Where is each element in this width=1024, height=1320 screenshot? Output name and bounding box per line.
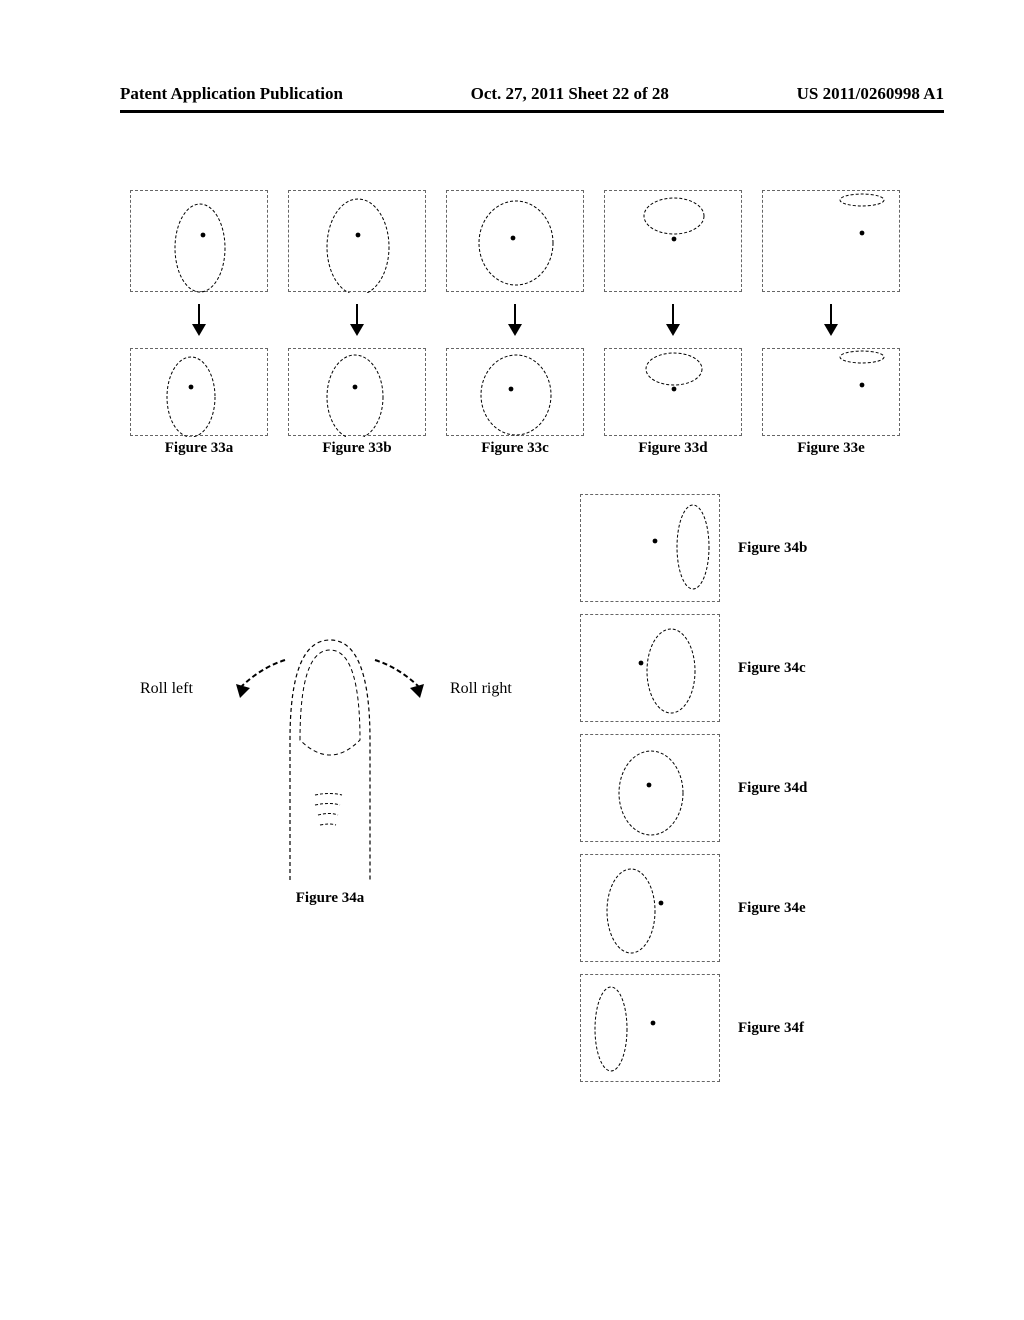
roll-left-label: Roll left (140, 680, 193, 698)
fig34e-box (580, 854, 720, 962)
fig33-bottom-row (130, 348, 900, 436)
fig34c-label: Figure 34c (738, 660, 838, 677)
fig33e-bottom-box (762, 348, 900, 436)
header-right: US 2011/0260998 A1 (797, 84, 944, 104)
fig33a-label: Figure 33a (130, 440, 268, 457)
header-rule (120, 110, 944, 113)
fig34d-label: Figure 34d (738, 780, 838, 797)
fig33b-label: Figure 33b (288, 440, 426, 457)
arrow-down-icon (514, 304, 516, 334)
fig34b-box (580, 494, 720, 602)
fig33-arrow-row (130, 304, 900, 334)
fig34-column: Figure 34b Figure 34c Figure 34d Figure … (580, 494, 838, 1094)
fig33d-top-box (604, 190, 742, 292)
fig34d-box (580, 734, 720, 842)
finger-illustration (140, 580, 520, 890)
arrow-down-icon (356, 304, 358, 334)
fig34b-label: Figure 34b (738, 540, 838, 557)
fig33e-label: Figure 33e (762, 440, 900, 457)
fig33e-top-box (762, 190, 900, 292)
fig33c-top-box (446, 190, 584, 292)
fig33c-label: Figure 33c (446, 440, 584, 457)
roll-right-label: Roll right (450, 680, 512, 698)
fig33d-label: Figure 33d (604, 440, 742, 457)
arrow-down-icon (672, 304, 674, 334)
fig34a-wrap: Roll left Roll right Figure 34a (140, 580, 520, 930)
header-center: Oct. 27, 2011 Sheet 22 of 28 (471, 84, 669, 104)
fig34e-label: Figure 34e (738, 900, 838, 917)
header-left: Patent Application Publication (120, 84, 343, 104)
fig33a-bottom-box (130, 348, 268, 436)
fig33a-top-box (130, 190, 268, 292)
fig33-top-row (130, 190, 900, 292)
arrow-down-icon (198, 304, 200, 334)
fig33-label-row: Figure 33a Figure 33b Figure 33c Figure … (130, 440, 900, 457)
fig34c-box (580, 614, 720, 722)
fig33b-top-box (288, 190, 426, 292)
page-header: Patent Application Publication Oct. 27, … (120, 84, 944, 104)
fig33b-bottom-box (288, 348, 426, 436)
fig34f-box (580, 974, 720, 1082)
fig33c-bottom-box (446, 348, 584, 436)
fig33d-bottom-box (604, 348, 742, 436)
fig34a-caption: Figure 34a (140, 890, 520, 907)
arrow-down-icon (830, 304, 832, 334)
fig34f-label: Figure 34f (738, 1020, 838, 1037)
